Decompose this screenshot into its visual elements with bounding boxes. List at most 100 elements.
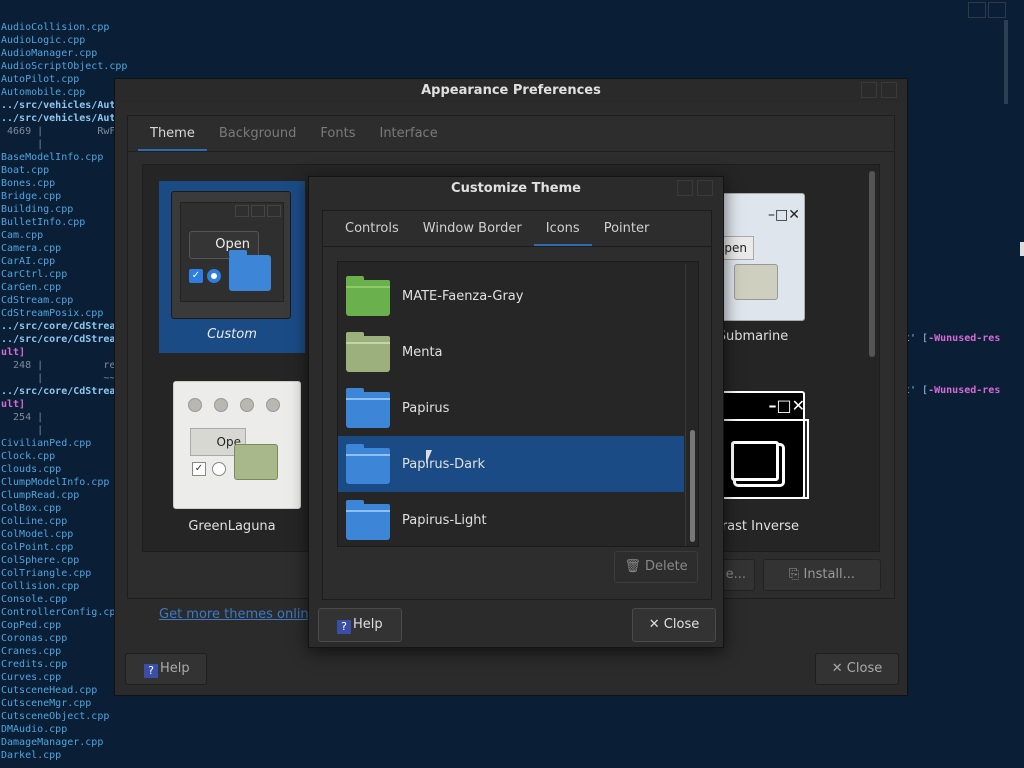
- icon-theme-item[interactable]: Papirus-Dark: [338, 436, 684, 492]
- edge-marker: [1020, 242, 1024, 256]
- tab-window-border[interactable]: Window Border: [411, 211, 534, 246]
- terminal-scrollbar[interactable]: [1004, 20, 1008, 104]
- customize-close-button[interactable]: ✕ Close: [632, 608, 716, 642]
- folder-icon: [346, 444, 390, 484]
- tab-icons[interactable]: Icons: [533, 211, 592, 246]
- terminal-line: CutsceneObject.cpp: [1, 711, 110, 722]
- customize-notebook: Controls Window Border Icons Pointer Pap…: [322, 210, 712, 600]
- folder-icon: [731, 441, 779, 481]
- get-more-themes-link[interactable]: Get more themes online: [159, 607, 317, 622]
- install-button[interactable]: ⎘ Install...: [763, 559, 881, 591]
- icon-theme-item[interactable]: Papirus-Light: [338, 492, 684, 546]
- terminal-line: AudioCollision.cpp: [1, 22, 110, 33]
- icon-theme-label: Menta: [402, 344, 443, 360]
- terminal-line: CdStream.cpp: [1, 295, 74, 306]
- tab-interface[interactable]: Interface: [367, 116, 449, 151]
- radio-icon: [207, 269, 221, 283]
- tab-fonts[interactable]: Fonts: [308, 116, 367, 151]
- window-controls-icon: –□✕: [768, 207, 800, 223]
- terminal-line: Camera.cpp: [1, 243, 62, 254]
- maximize-icon[interactable]: [988, 2, 1006, 18]
- window-title: Appearance Preferences: [421, 83, 601, 98]
- terminal-line: Clouds.cpp: [1, 464, 62, 475]
- customize-titlebar[interactable]: Customize Theme: [309, 177, 723, 201]
- theme-label: GreenLaguna: [188, 519, 276, 534]
- tab-theme[interactable]: Theme: [138, 116, 207, 151]
- trash-icon: 🗑: [624, 559, 645, 574]
- terminal-line: Clock.cpp: [1, 451, 56, 462]
- folder-icon: [346, 388, 390, 428]
- icon-theme-item[interactable]: MATE-Faenza-Gray: [338, 268, 684, 324]
- terminal-line: Curves.cpp: [1, 672, 62, 683]
- theme-preview: –□✕: [713, 391, 809, 499]
- terminal-line: ../src/vehicles/Aut: [1, 100, 116, 111]
- minimize-icon[interactable]: [677, 180, 693, 196]
- terminal-line: Bridge.cpp: [1, 191, 62, 202]
- terminal-line: Building.cpp: [1, 204, 74, 215]
- terminal-line: BaseModelInfo.cpp: [1, 152, 104, 163]
- terminal-window-controls[interactable]: [968, 2, 1006, 18]
- terminal-line: ColTriangle.cpp: [1, 568, 92, 579]
- checkbox-icon: ✓: [189, 269, 203, 283]
- theme-item-custom[interactable]: Open ✓ Custom: [159, 181, 305, 353]
- theme-preview: Open ✓: [171, 191, 291, 319]
- minimize-icon[interactable]: [861, 82, 877, 98]
- terminal-line: |: [1, 425, 44, 436]
- theme-item-submarine[interactable]: –□✕ pen Submarine: [710, 193, 833, 353]
- customize-help-button[interactable]: ? Help: [318, 608, 402, 642]
- delete-button[interactable]: 🗑 Delete: [614, 551, 698, 583]
- appearance-tabs: Theme Background Fonts Interface: [128, 116, 894, 152]
- terminal-line: |: [1, 139, 44, 150]
- appearance-help-button[interactable]: ? Help: [125, 653, 207, 685]
- help-icon: ?: [144, 664, 158, 678]
- terminal-line: Cranes.cpp: [1, 646, 62, 657]
- appearance-close-button[interactable]: ✕ Close: [815, 653, 899, 685]
- terminal-line: BulletInfo.cpp: [1, 217, 86, 228]
- terminal-line: ControllerConfig.cp: [1, 607, 116, 618]
- theme-item-contrast-inverse[interactable]: –□✕ ntrast Inverse: [708, 391, 849, 551]
- terminal-line: | ~~~: [1, 373, 122, 384]
- icon-theme-item[interactable]: Papirus: [338, 380, 684, 436]
- terminal-line: Cam.cpp: [1, 230, 44, 241]
- maximize-icon[interactable]: [697, 180, 713, 196]
- icon-theme-item[interactable]: Menta: [338, 324, 684, 380]
- dialog-title: Customize Theme: [451, 181, 581, 196]
- terminal-line: ColLine.cpp: [1, 516, 68, 527]
- tab-controls[interactable]: Controls: [333, 211, 411, 246]
- tab-background[interactable]: Background: [207, 116, 309, 151]
- terminal-line: CarCtrl.cpp: [1, 269, 68, 280]
- customize-tabs: Controls Window Border Icons Pointer: [323, 211, 711, 247]
- terminal-line: CutsceneHead.cpp: [1, 685, 98, 696]
- icon-theme-label: Papirus-Dark: [402, 456, 485, 472]
- appearance-titlebar[interactable]: Appearance Preferences: [115, 79, 907, 103]
- radio-icon: [212, 462, 226, 476]
- terminal-line: ult]: [1, 399, 26, 410]
- terminal-line: Darkel.cpp: [1, 750, 62, 761]
- terminal-line: ColSphere.cpp: [1, 555, 80, 566]
- terminal-line: ult]: [1, 347, 26, 358]
- folder-icon: [346, 500, 390, 540]
- terminal-line: AudioScriptObject.cpp: [1, 61, 128, 72]
- terminal-line: Coronas.cpp: [1, 633, 68, 644]
- terminal-line: Collision.cpp: [1, 581, 80, 592]
- install-icon: ⎘: [788, 567, 804, 582]
- theme-item-greenlaguna[interactable]: Ope ✓ GreenLaguna: [159, 381, 305, 541]
- terminal-line: CarAI.cpp: [1, 256, 56, 267]
- terminal-line: AutoPilot.cpp: [1, 74, 80, 85]
- theme-scrollbar[interactable]: [869, 171, 875, 357]
- terminal-line: CopPed.cpp: [1, 620, 62, 631]
- tab-pointer[interactable]: Pointer: [592, 211, 662, 246]
- terminal-warning-2: t' [-Wunused-res: [904, 385, 1001, 396]
- folder-icon: [229, 250, 271, 291]
- terminal-line: ClumpRead.cpp: [1, 490, 80, 501]
- minimize-icon[interactable]: [968, 2, 986, 18]
- terminal-line: 248 | rea: [1, 360, 122, 371]
- icon-list-scrollbar[interactable]: [690, 430, 695, 542]
- folder-icon: [346, 332, 390, 372]
- terminal-warning-1: t' [-Wunused-res: [904, 333, 1001, 344]
- maximize-icon[interactable]: [881, 82, 897, 98]
- folder-icon: [234, 444, 278, 480]
- icon-theme-label: Papirus-Light: [402, 512, 487, 528]
- icon-theme-label: MATE-Faenza-Gray: [402, 288, 524, 304]
- theme-preview: –□✕ pen: [710, 193, 805, 321]
